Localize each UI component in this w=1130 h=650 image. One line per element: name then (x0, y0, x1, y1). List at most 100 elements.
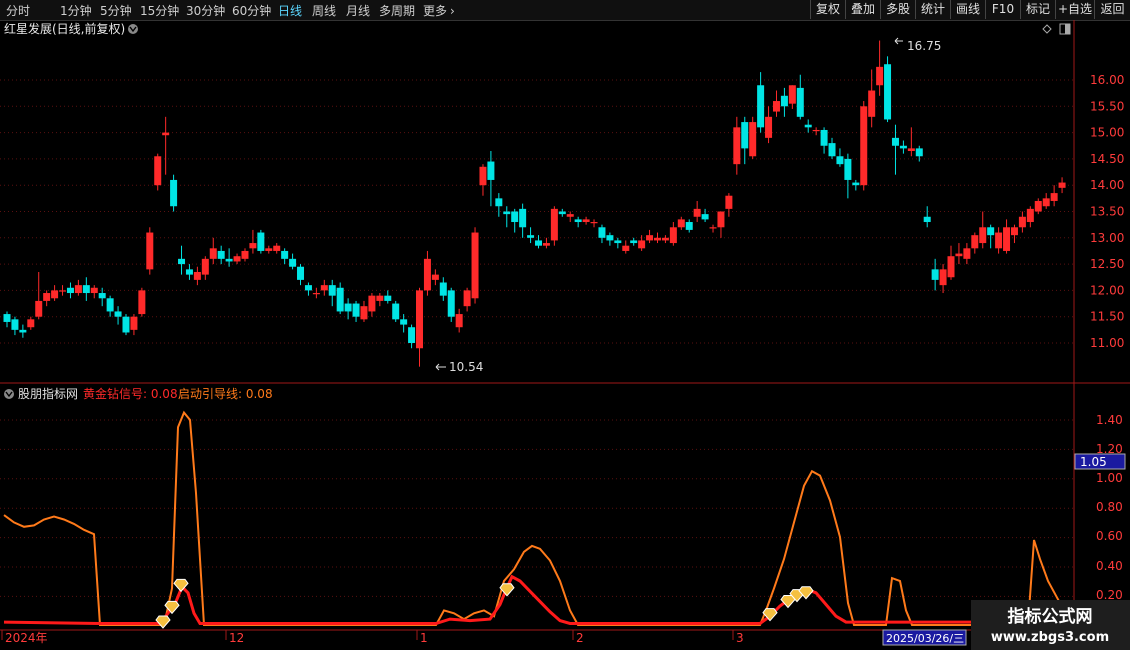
candle-body (304, 285, 312, 291)
candle-body (891, 137, 899, 146)
indicator-tick: 0.60 (1096, 529, 1123, 543)
candle-body (669, 227, 677, 244)
candle-body (447, 290, 455, 317)
candle-body (106, 298, 114, 312)
tab-15-min[interactable]: 15分钟 (140, 2, 179, 19)
collapse-arrow-icon[interactable] (128, 24, 138, 34)
candle-body (884, 64, 892, 120)
main-gridlines (0, 79, 1074, 344)
window-icon[interactable] (1059, 23, 1071, 35)
overlay-button[interactable]: 叠加 (845, 0, 880, 19)
current-value: 1.05 (1080, 455, 1107, 469)
candle-body (701, 214, 709, 220)
candle-body (1042, 198, 1050, 207)
cursor-date: 2025/03/26/三 (886, 632, 964, 645)
candle-body (780, 95, 788, 107)
candle-body (392, 303, 400, 320)
candle-body (542, 243, 550, 246)
tab-weekly[interactable]: 周线 (312, 2, 336, 19)
candle-body (899, 145, 907, 149)
candle-body (297, 266, 305, 280)
candle-body (852, 182, 860, 186)
tab-daily[interactable]: 日线 (278, 2, 302, 19)
stock-title-group: 红星发展(日线,前复权) (4, 21, 138, 36)
candle-body (114, 311, 122, 317)
candle-body (170, 179, 178, 207)
candle-body (947, 256, 955, 278)
period-toolbar: 分时 1分钟 5分钟 15分钟 30分钟 60分钟 日线 周线 月线 多周期 更… (0, 0, 1130, 21)
candle-body (66, 287, 74, 294)
candle-body (130, 316, 138, 330)
candle-body (352, 303, 360, 317)
candle-body (241, 250, 249, 259)
candle-body (741, 122, 749, 149)
price-tick: 11.50 (1090, 310, 1124, 324)
candle-body (979, 227, 987, 244)
candle-body (749, 122, 757, 157)
indicator-gridlines (0, 419, 1074, 597)
candle-body (995, 232, 1003, 249)
candle-body (812, 129, 820, 132)
candle-body (915, 148, 923, 157)
price-tick: 13.50 (1090, 205, 1124, 219)
candle-body (1010, 227, 1018, 236)
back-button[interactable]: 返回 (1094, 0, 1130, 19)
candle-body (550, 208, 558, 241)
add-watchlist-button[interactable]: +自选 (1055, 0, 1094, 19)
circle-arrow-icon[interactable] (4, 389, 14, 399)
candle-body (828, 143, 836, 157)
f10-button[interactable]: F10 (985, 0, 1020, 19)
golden-diamond-marker-icon (499, 583, 515, 597)
diamond-icon[interactable] (1042, 24, 1052, 34)
candle-body (384, 295, 392, 301)
candle-body (765, 116, 773, 138)
candle-body (527, 235, 535, 238)
candle-body (622, 245, 630, 251)
current-value-box: 1.05 (1074, 453, 1126, 470)
multi-stock-button[interactable]: 多股 (880, 0, 915, 19)
candle-body (43, 293, 51, 301)
candle-body (963, 248, 971, 259)
price-tick: 14.00 (1090, 178, 1124, 192)
candle-body (503, 211, 511, 215)
candle-body (400, 319, 408, 325)
candle-body (162, 132, 170, 136)
tab-1-min[interactable]: 1分钟 (60, 2, 92, 19)
candle-body (209, 248, 217, 259)
candle-body (249, 243, 257, 249)
time-axis: 2024年 12 1 2 3 2025/03/26/三 (1, 629, 967, 646)
candle-body (11, 319, 19, 330)
candle-body (19, 329, 27, 333)
time-label: 3 (736, 631, 744, 645)
tab-30-min[interactable]: 30分钟 (186, 2, 225, 19)
tab-monthly[interactable]: 月线 (346, 2, 370, 19)
tab-multi-period[interactable]: 多周期 (379, 2, 415, 19)
draw-line-button[interactable]: 画线 (950, 0, 985, 19)
candle-body (931, 269, 939, 280)
tab-60-min[interactable]: 60分钟 (232, 2, 271, 19)
watermark-url: www.zbgs3.com (991, 630, 1109, 645)
tab-5-min[interactable]: 5分钟 (100, 2, 132, 19)
indicator-tick: 0.20 (1096, 588, 1123, 602)
candle-body (257, 232, 265, 251)
candle-body (511, 211, 519, 223)
tab-minute-chart[interactable]: 分时 (6, 2, 30, 19)
price-tick: 16.00 (1090, 73, 1124, 87)
watermark: 指标公式网 www.zbgs3.com (971, 600, 1130, 650)
candle-body (455, 314, 463, 328)
restore-rights-button[interactable]: 复权 (810, 0, 845, 19)
price-tick: 12.00 (1090, 283, 1124, 297)
mark-button[interactable]: 标记 (1020, 0, 1055, 19)
candle-body (146, 232, 154, 270)
candle-body (661, 237, 669, 241)
kline-chart-area[interactable]: 红星发展(日线,前复权) 16.00 15.50 15.00 14.50 14.… (0, 20, 1130, 650)
indicator-tick: 1.40 (1096, 413, 1123, 427)
candle-body (487, 161, 495, 180)
candle-body (495, 198, 503, 207)
tab-more[interactable]: 更多 › (423, 2, 455, 19)
low-price-label: 10.54 (449, 360, 483, 374)
watermark-title: 指标公式网 (1008, 606, 1093, 627)
candle-body (312, 293, 320, 295)
statistics-button[interactable]: 统计 (915, 0, 950, 19)
candle-body (479, 166, 487, 186)
